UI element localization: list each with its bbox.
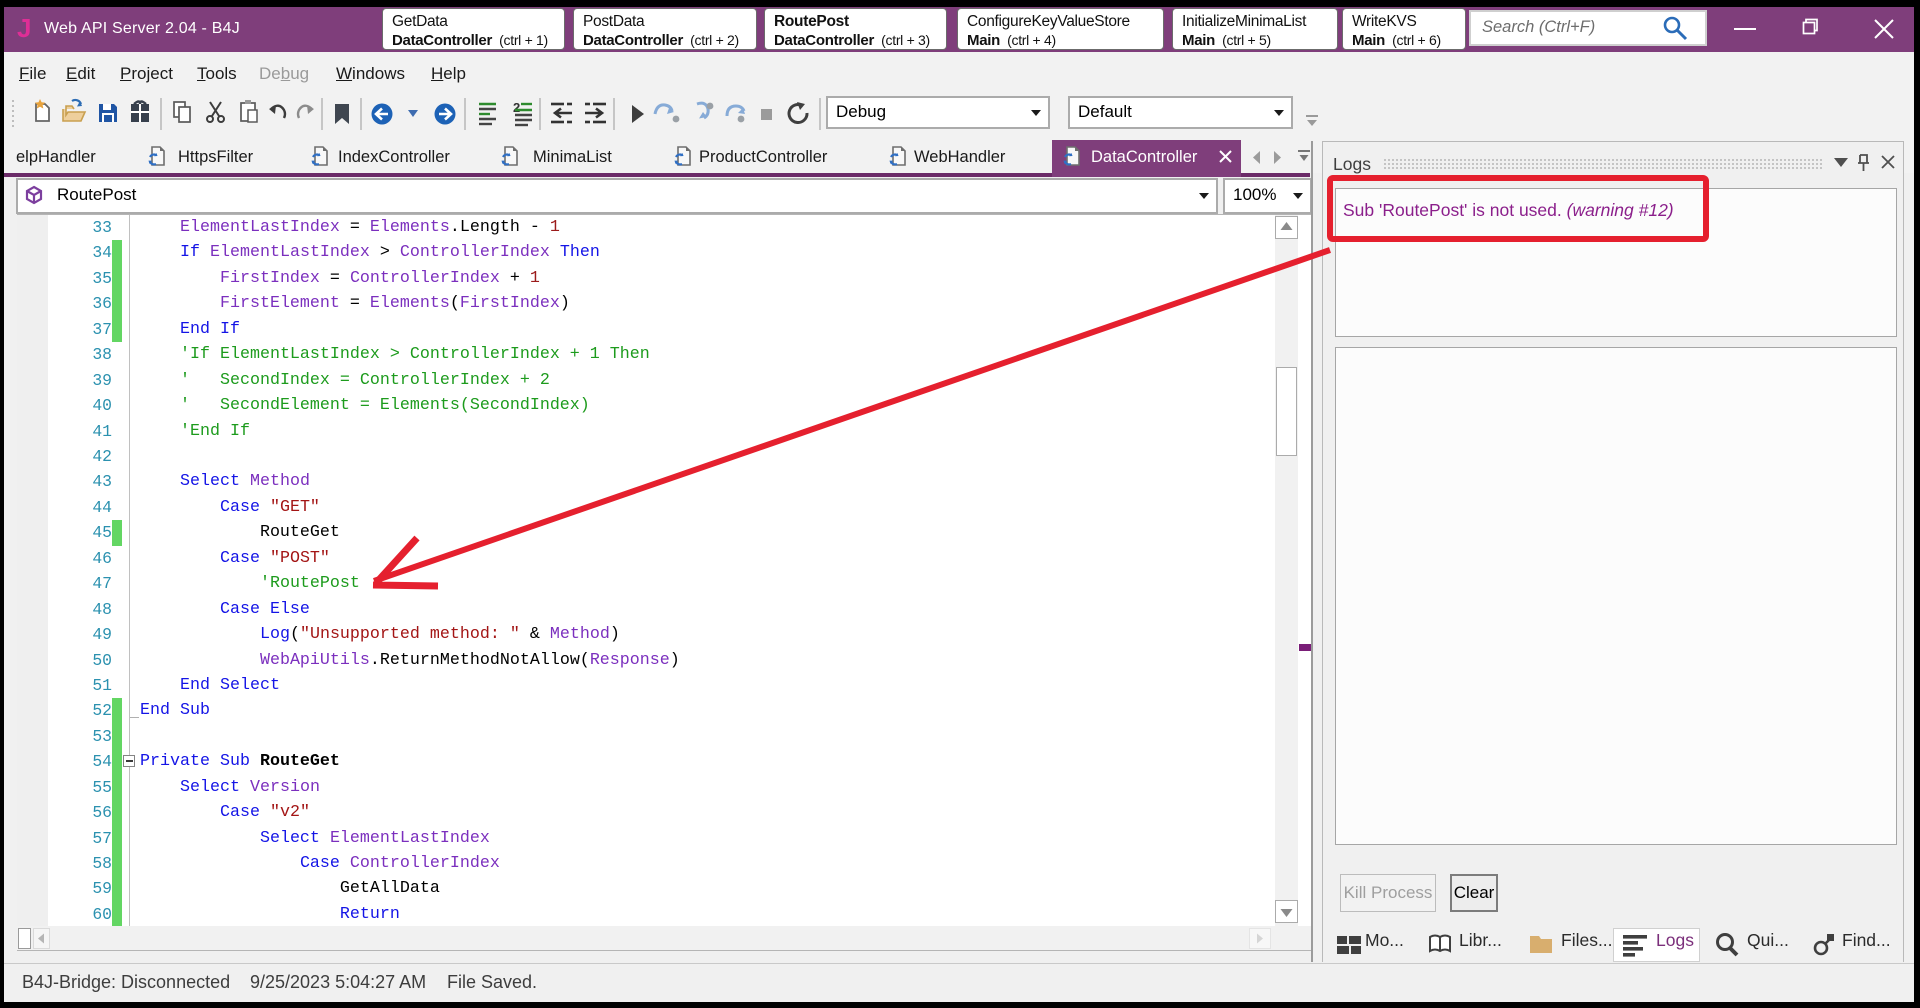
svg-text:2: 2 xyxy=(513,100,520,115)
